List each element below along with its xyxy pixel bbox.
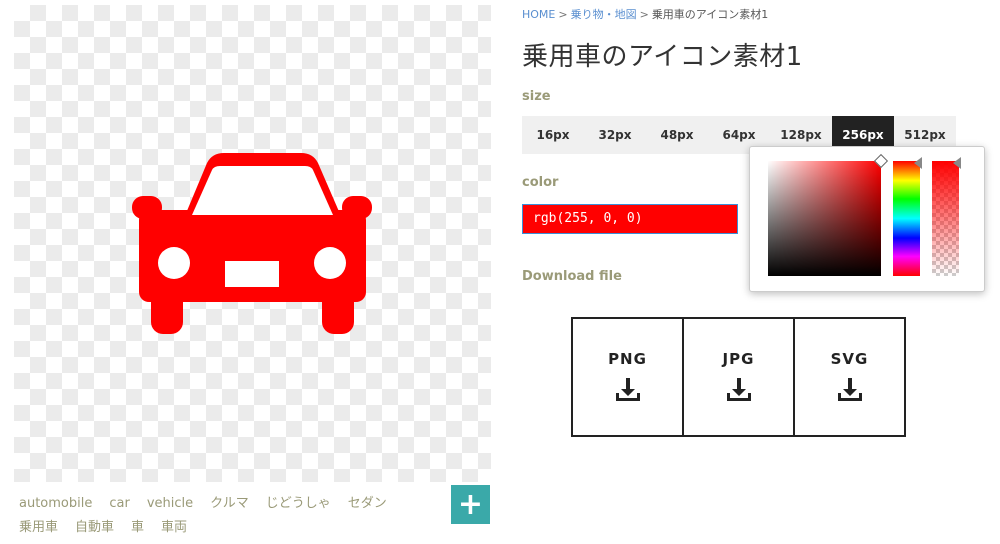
color-picker-popup: [749, 146, 985, 292]
tag-link[interactable]: セダン: [348, 492, 387, 516]
saturation-value-area[interactable]: [768, 153, 889, 276]
tag-link[interactable]: クルマ: [210, 492, 249, 516]
download-icon: [726, 378, 751, 401]
breadcrumb-current: 乗用車のアイコン素材1: [651, 8, 769, 21]
download-buttons: PNG JPG SVG: [571, 317, 906, 437]
breadcrumb-home[interactable]: HOME: [522, 8, 555, 21]
hue-handle[interactable]: [914, 157, 922, 169]
breadcrumb-separator: >: [558, 8, 568, 21]
tag-link[interactable]: automobile: [19, 492, 92, 516]
tag-link[interactable]: car: [109, 492, 129, 516]
breadcrumb-separator: >: [639, 8, 649, 21]
tag-link[interactable]: 乗用車: [19, 516, 58, 540]
color-input[interactable]: rgb(255, 0, 0): [522, 204, 738, 234]
add-button[interactable]: +: [451, 485, 490, 524]
download-label: Download file: [522, 269, 622, 284]
color-label: color: [522, 175, 559, 190]
format-label: PNG: [608, 350, 647, 368]
download-svg-button[interactable]: SVG: [795, 319, 904, 435]
download-jpg-button[interactable]: JPG: [684, 319, 795, 435]
tag-link[interactable]: 車両: [161, 516, 187, 540]
saturation-handle[interactable]: [873, 153, 889, 169]
size-option-48[interactable]: 48px: [646, 116, 708, 154]
icon-preview: [14, 5, 491, 482]
tag-link[interactable]: 自動車: [75, 516, 114, 540]
hue-slider[interactable]: [893, 157, 922, 276]
size-option-32[interactable]: 32px: [584, 116, 646, 154]
size-option-16[interactable]: 16px: [522, 116, 584, 154]
download-png-button[interactable]: PNG: [573, 319, 684, 435]
alpha-handle[interactable]: [953, 157, 961, 169]
tag-link[interactable]: vehicle: [147, 492, 193, 516]
format-label: SVG: [830, 350, 869, 368]
car-icon: [132, 153, 372, 334]
download-icon: [615, 378, 640, 401]
tag-list: automobile car vehicle クルマ じどうしゃ セダン 乗用車 自動車車車…: [19, 492, 449, 540]
tag-link[interactable]: 車: [131, 516, 144, 540]
download-icon: [837, 378, 862, 401]
alpha-slider[interactable]: [932, 157, 961, 276]
breadcrumb-category[interactable]: 乗り物・地図: [571, 8, 637, 21]
page-title: 乗用車のアイコン素材1: [522, 42, 803, 72]
plus-icon: +: [457, 486, 484, 522]
size-label: size: [522, 89, 551, 104]
format-label: JPG: [722, 350, 755, 368]
breadcrumb: HOME > 乗り物・地図 > 乗用車のアイコン素材1: [522, 6, 768, 22]
tag-link[interactable]: じどうしゃ: [266, 492, 331, 516]
